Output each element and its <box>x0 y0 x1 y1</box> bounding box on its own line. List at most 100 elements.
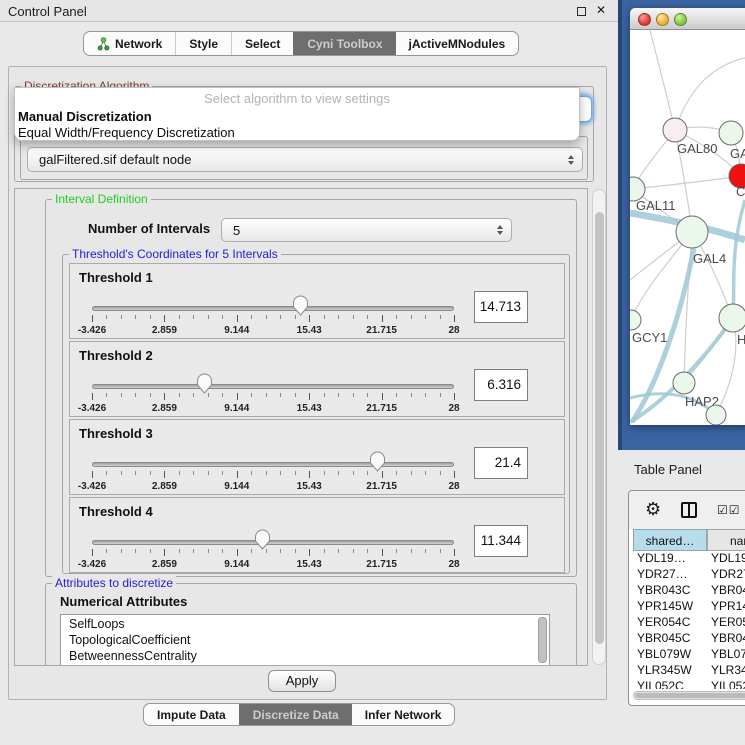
settings-scrollbar[interactable] <box>592 189 606 665</box>
cell-shared-name: YIL052C <box>637 679 684 689</box>
algorithm-option-2[interactable]: Equal Width/Frequency Discretization <box>18 125 235 140</box>
tick-label: 9.144 <box>213 481 261 492</box>
settings-scrollbar-thumb[interactable] <box>595 212 604 644</box>
network-canvas[interactable]: GAL80GACGAL11GAL4GCY1HHAP2 <box>630 30 745 425</box>
attribute-list-item[interactable]: SelfLoops <box>69 617 125 631</box>
minor-tick <box>106 393 107 397</box>
close-traffic-light-icon[interactable] <box>638 13 651 26</box>
attribute-list-item[interactable]: TopologicalCoefficient <box>69 633 190 647</box>
table-data-selected-value: galFiltered.sif default node <box>39 148 191 171</box>
minor-tick <box>106 315 107 319</box>
table-data-combobox[interactable]: galFiltered.sif default node <box>27 147 583 172</box>
network-node-ga[interactable] <box>719 121 743 145</box>
network-node-gal4[interactable] <box>676 216 708 248</box>
table-row[interactable]: YER054CYER054C <box>629 615 745 631</box>
table-horizontal-scrollbar[interactable] <box>633 691 745 700</box>
columns-icon[interactable] <box>681 502 697 518</box>
major-tick <box>309 471 310 478</box>
num-intervals-combobox[interactable]: 5 <box>221 218 512 242</box>
tab-jactivemnodules[interactable]: jActiveMNodules <box>396 32 519 55</box>
minor-tick <box>179 393 180 397</box>
threshold-4-slider-thumb[interactable] <box>254 529 271 550</box>
network-node-gcy1[interactable] <box>630 310 641 330</box>
table-row[interactable]: YIL052C YIL052C <box>629 679 745 689</box>
threshold-2-slider-thumb[interactable] <box>196 373 213 394</box>
major-tick <box>382 471 383 478</box>
tab-style[interactable]: Style <box>175 32 231 55</box>
cell-name: YLR345W <box>711 663 745 677</box>
table-hscrollbar-thumb[interactable] <box>635 693 745 698</box>
threshold-2-value-field[interactable]: 6.316 <box>474 369 528 401</box>
tick-label: 15.43 <box>285 325 333 336</box>
threshold-2-slider-track[interactable] <box>92 384 454 389</box>
table-row[interactable]: YBR043CYBR043C <box>629 583 745 599</box>
float-window-icon[interactable] <box>577 7 586 16</box>
minor-tick <box>367 315 368 319</box>
tab-select[interactable]: Select <box>231 32 293 55</box>
algorithm-option-1[interactable]: Manual Discretization <box>18 109 152 124</box>
table-row[interactable]: YDR27…YDR27… <box>629 567 745 583</box>
network-view-window: GAL80GACGAL11GAL4GCY1HHAP2 <box>630 8 745 425</box>
tick-label: 28 <box>430 325 478 336</box>
tab-network[interactable]: Network <box>84 32 175 55</box>
minor-tick <box>121 471 122 475</box>
close-icon[interactable]: ✕ <box>596 3 606 17</box>
major-tick <box>454 393 455 400</box>
minor-tick <box>150 393 151 397</box>
gear-icon[interactable]: ⚙ <box>645 499 661 519</box>
tick-label: 28 <box>430 559 478 570</box>
top-tab-bar: NetworkStyleSelectCyni ToolboxjActiveMNo… <box>83 31 519 56</box>
threshold-4-slider-track[interactable] <box>92 540 454 545</box>
attribute-list-item[interactable]: BetweennessCentrality <box>69 649 197 663</box>
tab-cyni-toolbox[interactable]: Cyni Toolbox <box>293 32 395 55</box>
select-checkboxes-icon[interactable]: ☑☑ <box>717 503 741 517</box>
network-node-h[interactable] <box>719 304 745 332</box>
network-window-titlebar[interactable] <box>630 8 745 30</box>
minor-tick <box>338 549 339 553</box>
bottom-tab-infer-network[interactable]: Infer Network <box>352 704 455 725</box>
minor-tick <box>367 549 368 553</box>
major-tick <box>309 393 310 400</box>
minor-tick <box>338 471 339 475</box>
network-node-hap2[interactable] <box>673 372 695 394</box>
threshold-1-slider-thumb[interactable] <box>292 295 309 316</box>
bottom-tab-impute-data[interactable]: Impute Data <box>144 704 239 725</box>
tick-label: 28 <box>430 403 478 414</box>
zoom-traffic-light-icon[interactable] <box>674 13 687 26</box>
threshold-3-slider-thumb[interactable] <box>369 451 386 472</box>
network-node[interactable] <box>706 405 726 425</box>
minor-tick <box>106 471 107 475</box>
column-header-name[interactable]: name <box>707 529 745 551</box>
minimize-traffic-light-icon[interactable] <box>656 13 669 26</box>
bottom-tab-discretize-data[interactable]: Discretize Data <box>239 704 352 725</box>
tick-label: -3.426 <box>68 325 116 336</box>
network-node-gal80[interactable] <box>663 118 687 142</box>
minor-tick <box>367 471 368 475</box>
tick-label: 28 <box>430 481 478 492</box>
cell-name: YBR043C <box>711 583 745 597</box>
threshold-3-slider-track[interactable] <box>92 462 454 467</box>
minor-tick <box>396 315 397 319</box>
threshold-3-label: Threshold 3 <box>79 426 153 441</box>
table-row[interactable]: YLR345WYLR345W <box>629 663 745 679</box>
threshold-1-slider-track[interactable] <box>92 306 454 311</box>
threshold-4-value-field[interactable]: 11.344 <box>474 525 528 557</box>
tick-label: 2.859 <box>140 559 188 570</box>
threshold-1-value-field[interactable]: 14.713 <box>474 291 528 323</box>
table-row[interactable]: YPR145WYPR145W <box>629 599 745 615</box>
cell-name: YDR27… <box>711 567 745 581</box>
table-row[interactable]: YDL19…YDL19… <box>629 551 745 567</box>
table-row[interactable]: YBL079WYBL079W <box>629 647 745 663</box>
minor-tick <box>150 315 151 319</box>
table-row[interactable]: YBR045CYBR045C <box>629 631 745 647</box>
major-tick <box>92 315 93 322</box>
network-edge <box>716 318 736 415</box>
combo-stepper-icon <box>568 155 574 165</box>
cell-name: YIL052C <box>711 679 745 689</box>
num-intervals-value: 5 <box>233 219 240 242</box>
numerical-attributes-list[interactable]: SelfLoops TopologicalCoefficient Betweenne… <box>60 614 550 666</box>
threshold-3-value-field[interactable]: 21.4 <box>474 447 528 479</box>
attributes-list-scrollbar[interactable] <box>538 617 547 663</box>
column-header-shared-name[interactable]: shared… <box>633 529 707 551</box>
apply-button[interactable]: Apply <box>268 670 336 692</box>
